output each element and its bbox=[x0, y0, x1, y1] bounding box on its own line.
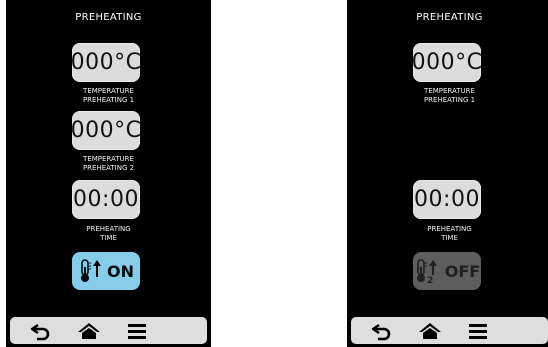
caption-line: TIME bbox=[441, 234, 458, 242]
home-icon[interactable] bbox=[76, 321, 102, 341]
temperature-preheating-1-button[interactable]: 000°C bbox=[71, 43, 141, 82]
toggle-label: ON bbox=[107, 261, 134, 281]
thermometer-sub-label: 2 bbox=[427, 276, 433, 284]
caption-line: PREHEATING bbox=[86, 225, 131, 233]
thermometer-2-up-icon: 2 bbox=[416, 259, 437, 284]
temperature-preheating-1-button[interactable]: 000°C bbox=[412, 43, 482, 82]
temperature-preheating-2-label: TEMPERATURE PREHEATING 2 bbox=[6, 155, 211, 173]
preheating-screen-left: PREHEATING 000°C TEMPERATURE PREHEATING … bbox=[6, 0, 211, 347]
preheating-toggle-off-button[interactable]: 2 OFF bbox=[413, 252, 481, 290]
temperature-preheating-1-label: TEMPERATURE PREHEATING 1 bbox=[347, 87, 548, 105]
toggle-label: OFF bbox=[444, 261, 481, 281]
thermometer-up-icon bbox=[81, 259, 101, 282]
preheating-time-button[interactable]: 00:00 bbox=[72, 180, 140, 219]
caption-line: PREHEATING 1 bbox=[423, 96, 476, 104]
preheating-time-label: PREHEATING TIME bbox=[6, 225, 211, 243]
temperature-preheating-1-label: TEMPERATURE PREHEATING 1 bbox=[6, 87, 211, 105]
preheating-time-label: PREHEATING TIME bbox=[347, 225, 548, 243]
home-icon[interactable] bbox=[417, 321, 443, 341]
caption-line: PREHEATING 2 bbox=[82, 164, 135, 172]
back-arrow-icon[interactable] bbox=[369, 321, 395, 341]
preheating-time-button[interactable]: 00:00 bbox=[413, 180, 481, 219]
bottom-navbar bbox=[351, 317, 548, 344]
back-arrow-icon[interactable] bbox=[28, 321, 54, 341]
caption-line: PREHEATING bbox=[427, 225, 472, 233]
screen-title: PREHEATING bbox=[416, 12, 483, 23]
preheating-toggle-on-button[interactable]: ON bbox=[72, 252, 140, 290]
bottom-navbar bbox=[10, 317, 207, 344]
caption-line: TIME bbox=[100, 234, 117, 242]
caption-line: TEMPERATURE bbox=[83, 155, 134, 163]
screen-title: PREHEATING bbox=[75, 12, 142, 23]
menu-icon[interactable] bbox=[465, 321, 491, 341]
menu-icon[interactable] bbox=[124, 321, 150, 341]
preheating-screen-right: PREHEATING 000°C TEMPERATURE PREHEATING … bbox=[347, 0, 548, 347]
caption-line: TEMPERATURE bbox=[424, 87, 475, 95]
caption-line: TEMPERATURE bbox=[83, 87, 134, 95]
temperature-preheating-2-button[interactable]: 000°C bbox=[71, 111, 141, 150]
caption-line: PREHEATING 1 bbox=[82, 96, 135, 104]
